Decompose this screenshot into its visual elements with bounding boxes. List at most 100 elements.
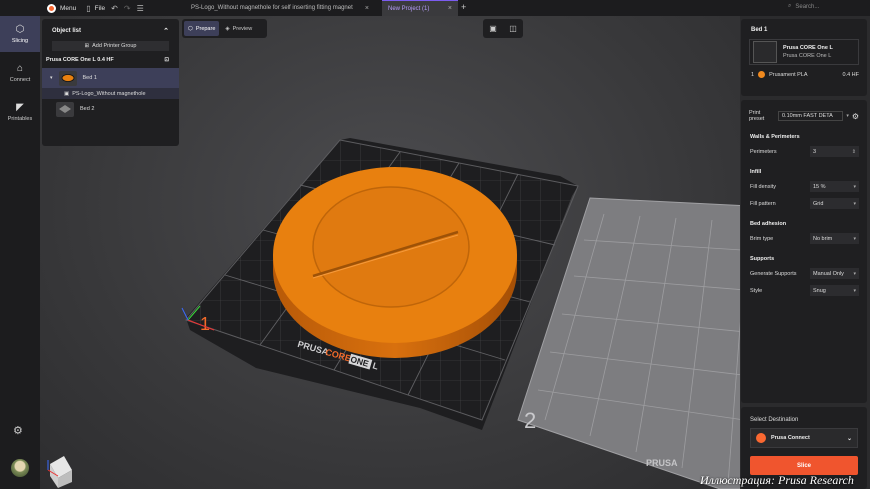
rail-item-slicing[interactable]: ⬡ Slicing xyxy=(0,16,40,52)
chevron-up-icon[interactable]: ⌃ xyxy=(163,27,169,35)
add-printer-group-label: Add Printer Group xyxy=(92,43,137,49)
view-cube[interactable] xyxy=(47,456,72,488)
destination-select[interactable]: Prusa Connect ⌄ xyxy=(750,428,858,448)
viewport-tools: ▣ ◫ xyxy=(483,19,523,38)
print-preset-value: 0.10mm FAST DETA xyxy=(782,113,833,119)
filament-row[interactable]: 1 Prusament PLA 0.4 HF xyxy=(751,71,859,78)
brim-type-select[interactable]: No brim ▾ xyxy=(810,233,859,244)
undo-icon[interactable]: ↶ xyxy=(111,4,118,13)
rail-label: Slicing xyxy=(11,38,29,44)
rail-item-printables[interactable]: ◤ Printables xyxy=(0,94,40,130)
tab-prepare-label: Prepare xyxy=(195,25,216,32)
layout-icon[interactable]: ◫ xyxy=(509,24,517,33)
filament-index: 1 xyxy=(751,71,755,78)
cube-icon: ⬡ xyxy=(188,25,193,32)
redo-icon[interactable]: ↷ xyxy=(124,4,131,13)
support-style-field: Style Snug ▾ xyxy=(741,285,867,296)
close-icon[interactable]: × xyxy=(365,5,369,12)
tab-preview[interactable]: ◈ Preview xyxy=(221,21,256,36)
plus-icon: ⊞ xyxy=(84,43,90,49)
chevron-down-icon: ▾ xyxy=(853,287,856,294)
fill-density-select[interactable]: 15 % ▾ xyxy=(810,181,859,192)
printer-icon: ⌂ xyxy=(16,63,24,74)
z-axis-line xyxy=(181,307,189,321)
perimeters-stepper[interactable]: 3 ⇕ xyxy=(810,146,859,157)
fill-density-value: 15 % xyxy=(813,183,826,190)
destination-value: Prusa Connect xyxy=(771,435,810,441)
list-item-label: PS-Logo_Without magnethole xyxy=(72,90,146,97)
section-infill: Infill xyxy=(750,169,762,175)
tab-preview-label: Preview xyxy=(232,25,253,32)
gear-icon[interactable]: ⚙ xyxy=(13,424,23,437)
fill-density-label: Fill density xyxy=(750,183,776,190)
printer-group-row[interactable]: Prusa CORE One L 0.4 HF ⊡ xyxy=(42,55,179,65)
fill-pattern-value: Grid xyxy=(813,200,824,207)
fill-pattern-select[interactable]: Grid ▾ xyxy=(810,198,859,209)
file-icon: ▯ xyxy=(86,3,91,13)
object-list-title: Object list xyxy=(52,28,82,34)
printer-name: Prusa CORE One L xyxy=(783,45,833,51)
search-icon: ⌕ xyxy=(788,3,792,9)
prusa-logo-icon[interactable] xyxy=(47,3,56,13)
add-printer-group-button[interactable]: ⊞ Add Printer Group xyxy=(52,41,169,51)
prusa-connect-icon xyxy=(756,433,766,443)
list-item-label: Bed 1 xyxy=(82,75,97,81)
brim-type-value: No brim xyxy=(813,235,833,242)
list-item-bed-2[interactable]: Bed 2 xyxy=(42,99,179,119)
filament-color-swatch[interactable] xyxy=(758,71,766,78)
object-list-header: Object list ⌃ xyxy=(42,19,179,37)
list-item-bed-1[interactable]: ▾ Bed 1 xyxy=(42,68,179,88)
gear-icon[interactable]: ⚙ xyxy=(852,112,859,121)
avatar[interactable] xyxy=(11,459,29,477)
fill-pattern-field: Fill pattern Grid ▾ xyxy=(741,198,867,209)
bed-2-number: 2 xyxy=(524,408,536,433)
tab-prepare[interactable]: ⬡ Prepare xyxy=(184,21,220,36)
bed-1-number: 1 xyxy=(200,314,210,334)
search-field[interactable]: ⌕ Search... xyxy=(788,3,819,10)
bed-2-brand: PRUSA xyxy=(646,458,678,468)
rail-label: Printables xyxy=(7,116,33,122)
logo-model[interactable] xyxy=(273,167,517,358)
chevron-down-icon: ▾ xyxy=(853,270,856,277)
bed-panel-title: Bed 1 xyxy=(751,27,768,33)
chevron-down-icon: ▾ xyxy=(853,235,856,242)
printer-selector[interactable]: Prusa CORE One L Prusa CORE One L xyxy=(749,39,859,65)
cube-icon: ⬡ xyxy=(15,24,25,35)
list-item-model[interactable]: ▣ PS-Logo_Without magnethole xyxy=(42,88,179,99)
support-style-select[interactable]: Snug ▾ xyxy=(810,285,859,296)
destination-label: Select Destination xyxy=(750,417,799,423)
object-icon: ▣ xyxy=(64,90,70,97)
chevron-down-icon: ⌄ xyxy=(846,435,852,442)
chevron-down-icon[interactable]: ▾ xyxy=(846,113,849,119)
generate-supports-label: Generate Supports xyxy=(750,270,797,277)
print-settings-panel: Print preset 0.10mm FAST DETA ▾ ⚙ Walls … xyxy=(741,100,867,403)
left-rail: ⬡ Slicing ⌂ Connect ◤ Printables ⚙ xyxy=(0,16,40,489)
menu-button[interactable]: Menu xyxy=(60,5,76,12)
print-preset-select[interactable]: 0.10mm FAST DETA xyxy=(778,111,844,121)
brim-type-field: Brim type No brim ▾ xyxy=(741,233,867,244)
print-preset-row: Print preset 0.10mm FAST DETA ▾ ⚙ xyxy=(741,100,867,122)
rail-item-connect[interactable]: ⌂ Connect xyxy=(0,55,40,91)
file-button[interactable]: File xyxy=(95,5,105,12)
tab-new-project[interactable]: New Project (1) × xyxy=(382,0,458,16)
generate-supports-field: Generate Supports Manual Only ▾ xyxy=(741,268,867,279)
chevron-down-icon: ▾ xyxy=(853,183,856,190)
printer-group-label: Prusa CORE One L 0.4 HF xyxy=(46,57,114,63)
bed-thumbnail xyxy=(58,70,77,86)
align-icon[interactable]: ☰ xyxy=(137,4,144,13)
camera-icon[interactable]: ▣ xyxy=(489,24,497,33)
stepper-icon[interactable]: ⇕ xyxy=(852,149,856,155)
title-bar: Menu ▯ File ↶ ↷ ☰ PS-Logo_Without magnet… xyxy=(0,0,870,16)
export-icon[interactable]: ⊡ xyxy=(164,57,169,63)
close-icon[interactable]: × xyxy=(448,5,452,12)
printer-thumbnail xyxy=(753,41,777,63)
perimeters-label: Perimeters xyxy=(750,148,777,155)
tab-project-file[interactable]: PS-Logo_Without magnethole for self inse… xyxy=(185,0,375,16)
add-tab-icon[interactable]: + xyxy=(461,2,466,12)
section-bed-adhesion: Bed adhesion xyxy=(750,221,787,227)
chevron-down-icon[interactable]: ▾ xyxy=(50,75,53,81)
watermark-caption: Иллюстрация: Prusa Research xyxy=(700,473,854,487)
bed-thumbnail xyxy=(56,101,74,117)
fill-density-field: Fill density 15 % ▾ xyxy=(741,181,867,192)
generate-supports-select[interactable]: Manual Only ▾ xyxy=(810,268,859,279)
